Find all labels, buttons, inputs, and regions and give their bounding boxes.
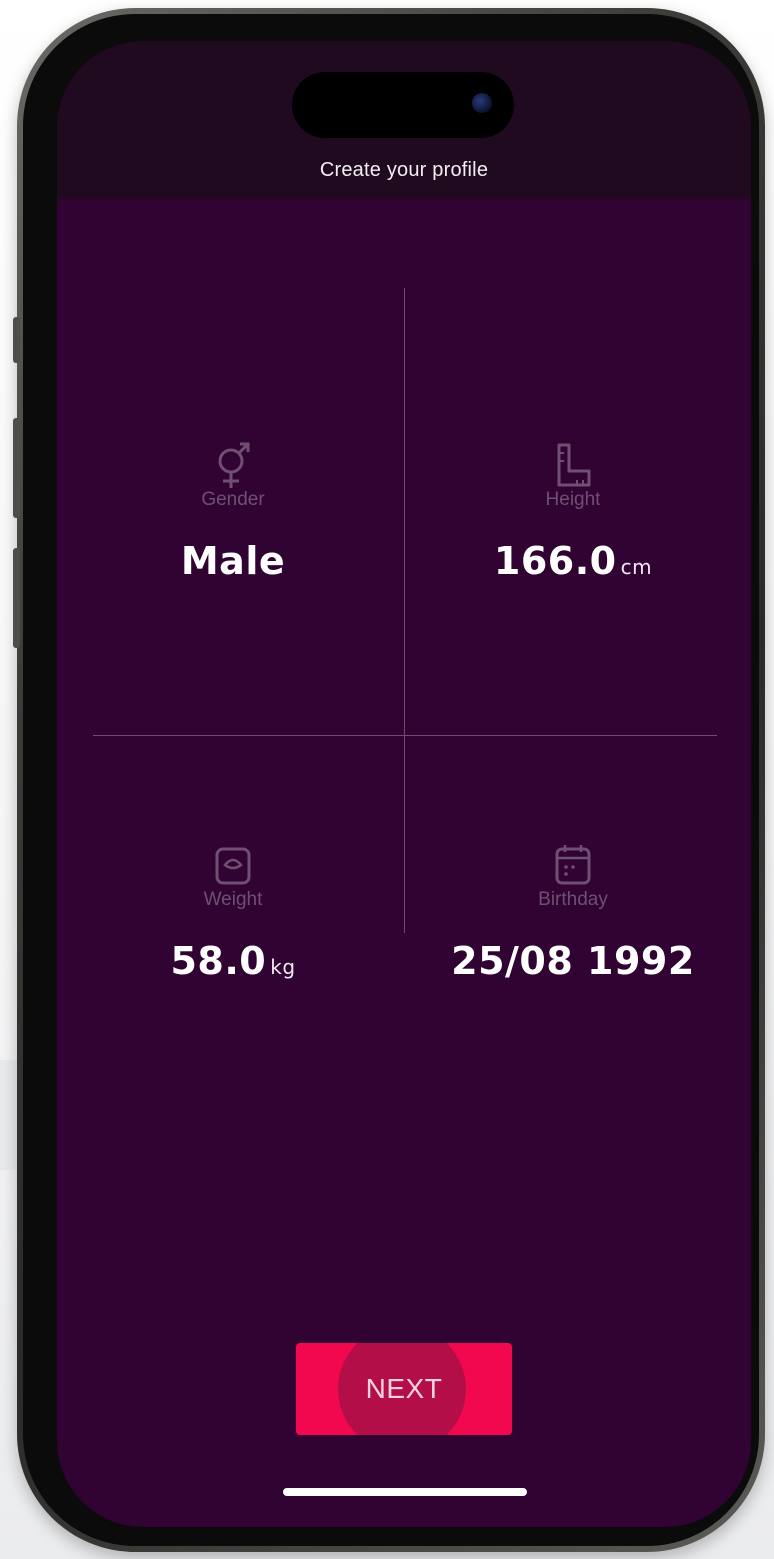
gender-value-text: Male xyxy=(180,539,286,583)
gender-label: Gender xyxy=(201,489,265,510)
birthday-field[interactable]: Birthday 25/08 1992 xyxy=(413,841,733,983)
vertical-divider xyxy=(404,288,405,933)
page: Create your profile Gender Male Height 1… xyxy=(0,0,774,1559)
page-title: Create your profile xyxy=(319,159,489,181)
gender-icon xyxy=(218,442,250,488)
birthday-value-text: 25/08 1992 xyxy=(451,939,695,983)
camera-icon xyxy=(472,93,492,113)
birthday-label: Birthday xyxy=(538,889,608,910)
gender-field[interactable]: Gender Male xyxy=(73,441,393,583)
weight-field[interactable]: Weight 58.0 kg xyxy=(73,841,393,983)
scale-icon xyxy=(215,847,251,885)
birthday-value: 25/08 1992 xyxy=(413,939,733,983)
weight-label: Weight xyxy=(203,889,263,910)
next-button-label: NEXT xyxy=(365,1373,443,1404)
height-value: 166.0 cm xyxy=(413,539,733,583)
next-button[interactable]: NEXT xyxy=(296,1343,512,1435)
volume-up-button xyxy=(13,418,20,518)
horizontal-divider xyxy=(93,735,717,736)
gender-value: Male xyxy=(73,539,393,583)
weight-value: 58.0 kg xyxy=(73,939,393,983)
volume-down-button xyxy=(13,548,20,648)
height-value-text: 166.0 xyxy=(493,539,617,583)
ruler-icon xyxy=(557,443,591,487)
weight-value-text: 58.0 xyxy=(170,939,267,983)
dynamic-island xyxy=(292,72,514,138)
height-label: Height xyxy=(545,489,601,510)
top-bar: Create your profile xyxy=(57,41,751,199)
weight-unit: kg xyxy=(270,955,296,979)
height-unit: cm xyxy=(620,555,653,579)
home-indicator[interactable] xyxy=(283,1488,527,1496)
height-field[interactable]: Height 166.0 cm xyxy=(413,441,733,583)
action-button xyxy=(13,317,20,363)
calendar-icon xyxy=(555,845,591,885)
app-screen: Create your profile Gender Male Height 1… xyxy=(57,41,751,1527)
